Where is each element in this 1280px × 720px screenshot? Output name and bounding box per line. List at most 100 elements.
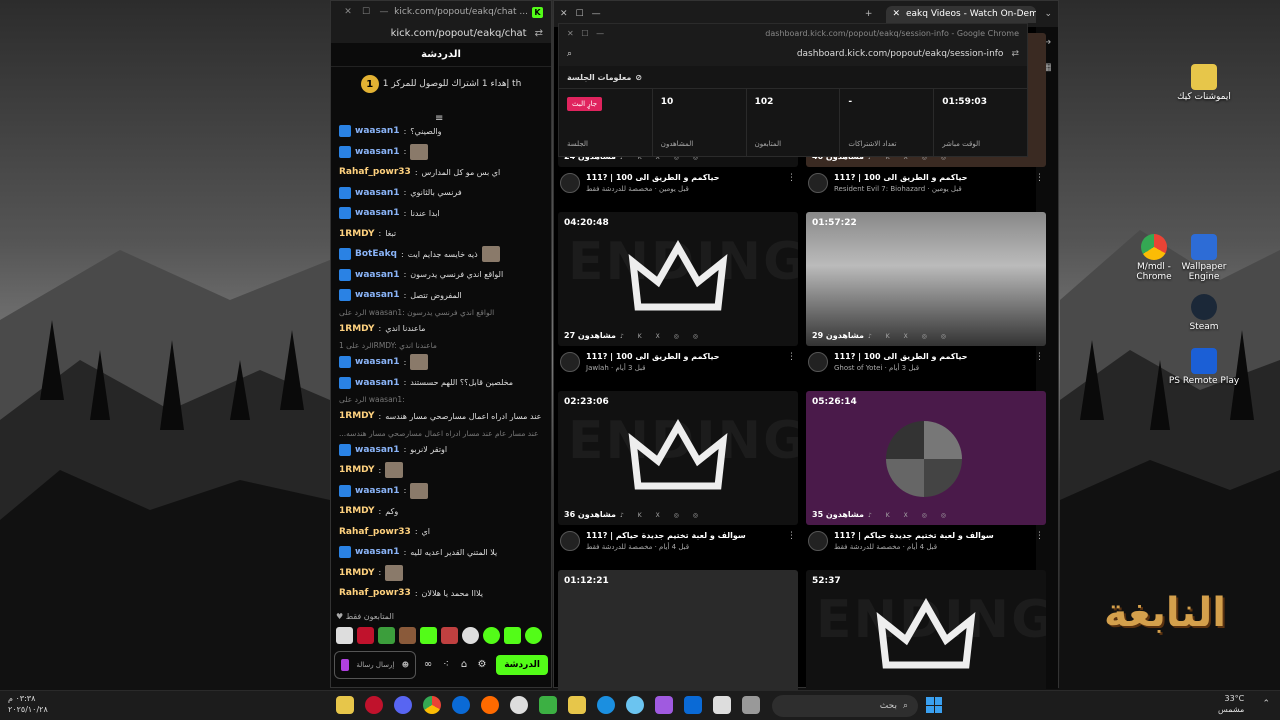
chat-username[interactable]: waasan1 [355, 547, 400, 557]
chat-username[interactable]: 1RMDY [339, 506, 374, 516]
tab-eakq-videos[interactable]: ✕ eakq Videos - Watch On-Demand K [886, 5, 1037, 23]
video-title[interactable]: حياكمم و الطريق الى 100 | ?111 [834, 352, 968, 361]
emote-icon[interactable] [504, 627, 521, 644]
chat-username[interactable]: waasan1 [355, 486, 400, 496]
hide-icon[interactable]: ⊘ [635, 73, 642, 82]
emote-icon[interactable] [399, 627, 416, 644]
emote-icon[interactable] [336, 627, 353, 644]
video-title[interactable]: حياكمم و الطريق الى 100 | ?111 [586, 173, 720, 182]
chat-username[interactable]: Rahaf_powr33 [339, 167, 411, 177]
chat-username[interactable]: Rahaf_powr33 [339, 588, 411, 598]
video-card[interactable]: ENDING 04:20:48 27 مشاهدون ♪ K X ◎ ◎ حياكمم … [558, 212, 798, 390]
app-icon[interactable] [539, 696, 557, 714]
show-hidden-icon[interactable]: ⌃ [1262, 699, 1270, 709]
video-thumbnail[interactable]: 01:57:22 29 مشاهدون ♪ K X ◎ ◎ [806, 212, 1046, 346]
store-icon[interactable] [713, 696, 731, 714]
chat-username[interactable]: waasan1 [355, 357, 400, 367]
taskbar-search[interactable]: بحث ⌕ [772, 695, 918, 717]
tune-icon[interactable]: ⇄ [535, 28, 543, 39]
more-options-icon[interactable]: ⋮ [787, 531, 796, 541]
session-url[interactable]: dashboard.kick.com/popout/eakq/session-i… [797, 49, 1004, 59]
chat-username[interactable]: 1RMDY [339, 229, 374, 239]
chat-username[interactable]: 1RMDY [339, 324, 374, 334]
video-card[interactable]: ENDING 52:37 [806, 570, 1046, 704]
more-options-icon[interactable]: ⋮ [787, 352, 796, 362]
clock[interactable]: ٠٣:٣٨ م ٢٠٢٥/١٠/٢٨ [8, 693, 48, 715]
desktop-icon-ps-remote-play[interactable]: PS Remote Play [1168, 348, 1240, 386]
chat-username[interactable]: 1RMDY [339, 411, 374, 421]
video-card[interactable]: 05:26:14 35 مشاهدون ♪ K X ◎ ◎ سوالف و لعبة … [806, 391, 1046, 569]
chat-username[interactable]: Rahaf_powr33 [339, 527, 411, 537]
channel-avatar[interactable] [560, 352, 580, 372]
chat-username[interactable]: waasan1 [355, 378, 400, 388]
emote-icon[interactable] [483, 627, 500, 644]
minimize-icon[interactable]: — [592, 9, 601, 19]
more-options-icon[interactable]: ⋮ [787, 173, 796, 183]
weather-widget[interactable]: 33°C مشمس [1218, 693, 1244, 715]
outlook-icon[interactable] [684, 696, 702, 714]
video-title[interactable]: سوالف و لعبة تختيم جديدة حياكم | ?111 [834, 531, 994, 540]
hp-icon[interactable] [452, 696, 470, 714]
session-window-controls[interactable]: ✕ ☐ — [567, 29, 604, 38]
app-icon[interactable] [365, 696, 383, 714]
emoji-icon[interactable]: ☻ [402, 661, 409, 669]
channel-avatar[interactable] [808, 352, 828, 372]
close-window-icon[interactable]: ✕ [560, 9, 568, 19]
windows-start-icon[interactable] [926, 697, 942, 713]
chat-url[interactable]: kick.com/popout/eakq/chat [391, 28, 527, 39]
chrome-icon[interactable] [423, 696, 441, 714]
infinity-icon[interactable]: ∞ [422, 659, 434, 671]
maximize-icon[interactable]: ☐ [357, 7, 375, 17]
new-tab-icon[interactable]: + [865, 9, 873, 19]
chat-username[interactable]: BotEakq [355, 249, 397, 259]
desktop-icon-steam[interactable]: Steam [1168, 294, 1240, 332]
more-options-icon[interactable]: ⋮ [1035, 531, 1044, 541]
dots-icon[interactable]: ⁖ [440, 659, 452, 671]
video-title[interactable]: سوالف و لعبة تختيم جديدة حياكم | ?111 [586, 531, 746, 540]
chat-username[interactable]: waasan1 [355, 270, 400, 280]
channel-avatar[interactable] [808, 531, 828, 551]
video-thumbnail[interactable]: 05:26:14 35 مشاهدون ♪ K X ◎ ◎ [806, 391, 1046, 525]
video-thumbnail[interactable]: ENDING 52:37 [806, 570, 1046, 704]
more-options-icon[interactable]: ⋮ [1035, 352, 1044, 362]
chat-username[interactable]: 1RMDY [339, 465, 374, 475]
chat-input[interactable]: إرسال رسالة ☻ [334, 651, 416, 679]
emote-icon[interactable] [378, 627, 395, 644]
channel-avatar[interactable] [560, 173, 580, 193]
mic-icon[interactable] [341, 659, 349, 671]
video-title[interactable]: حياكمم و الطريق الى 100 | ?111 [586, 352, 720, 361]
chat-username[interactable]: waasan1 [355, 208, 400, 218]
video-thumbnail[interactable]: ENDING 04:20:48 27 مشاهدون ♪ K X ◎ ◎ [558, 212, 798, 346]
settings-icon[interactable] [510, 696, 528, 714]
video-thumbnail[interactable]: 01:12:21 [558, 570, 798, 704]
emote-icon[interactable] [525, 627, 542, 644]
minimize-icon[interactable]: — [375, 7, 393, 17]
gear-icon[interactable]: ⚙ [476, 659, 488, 671]
video-card[interactable]: 01:57:22 29 مشاهدون ♪ K X ◎ ◎ حياكمم و الطر… [806, 212, 1046, 390]
emote-icon[interactable] [420, 627, 437, 644]
desktop-icon-wallpaper-engine[interactable]: Wallpaper Engine [1168, 234, 1240, 282]
chat-username[interactable]: waasan1 [355, 290, 400, 300]
more-options-icon[interactable]: ⋮ [1035, 173, 1044, 183]
search-icon[interactable]: ⌕ [567, 49, 572, 59]
emote-icon[interactable] [441, 627, 458, 644]
desktop-icon-kick-emotes[interactable]: ايموشنات كيك [1168, 64, 1240, 102]
discord-icon[interactable] [394, 696, 412, 714]
video-thumbnail[interactable]: ENDING 02:23:06 36 مشاهدون ♪ K X ◎ ◎ [558, 391, 798, 525]
close-icon[interactable]: ✕ [339, 7, 357, 17]
send-chat-button[interactable]: الدردشة [496, 655, 548, 675]
close-tab-icon[interactable]: ✕ [892, 9, 900, 19]
tune-icon[interactable]: ⇄ [1011, 49, 1019, 59]
channel-avatar[interactable] [808, 173, 828, 193]
sticky-notes-icon[interactable] [336, 696, 354, 714]
video-card[interactable]: ENDING 02:23:06 36 مشاهدون ♪ K X ◎ ◎ سوالف و… [558, 391, 798, 569]
copilot-icon[interactable] [655, 696, 673, 714]
app-icon[interactable] [481, 696, 499, 714]
tab-list-icon[interactable]: ⌄ [1044, 9, 1052, 19]
file-explorer-icon[interactable] [568, 696, 586, 714]
app-icon[interactable] [626, 696, 644, 714]
channel-avatar[interactable] [560, 531, 580, 551]
emote-icon[interactable] [357, 627, 374, 644]
emote-icon[interactable] [462, 627, 479, 644]
chat-username[interactable]: waasan1 [355, 147, 400, 157]
